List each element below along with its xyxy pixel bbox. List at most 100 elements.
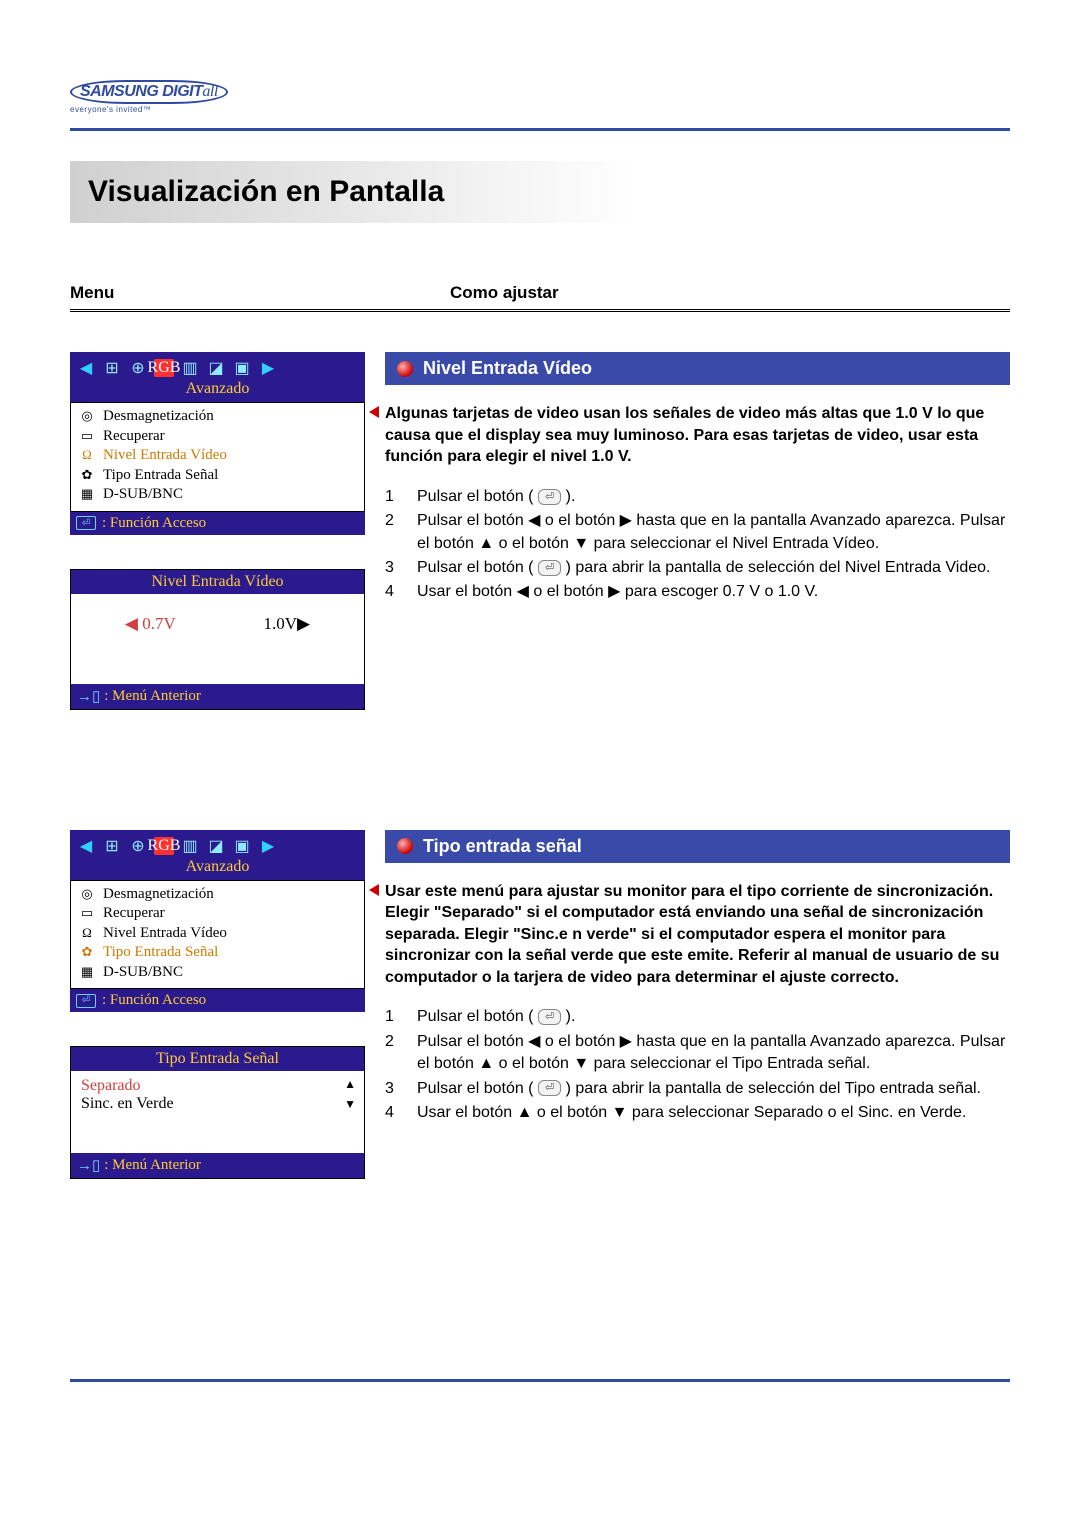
enter-icon: ⏎	[76, 516, 96, 530]
menu-item-icon: Ω	[79, 925, 95, 942]
header-menu: Menu	[70, 283, 450, 303]
osd-menu-list: ◎ Desmagnetización ▭ Recuperar Ω Nivel Entr…	[70, 402, 365, 512]
osd-screenshot-1: ◀ ⊞ ⊕ RGB ▥ ◪ ▣ ▶ Avanzado ◎ Desmagnetiza…	[70, 352, 365, 710]
osd-sub-body: Separado Sinc. en Verde ▲ ▼	[71, 1071, 364, 1153]
tab-icon: ▥	[180, 359, 200, 377]
tab-icon: ◪	[206, 837, 226, 855]
osd-tab-title: Avanzado	[70, 380, 365, 402]
menu-item-label-selected: Tipo Entrada Señal	[103, 943, 218, 963]
step-text: Pulsar el botón ◀ o el botón ▶ hasta que…	[417, 510, 1010, 555]
enter-button-icon: ⏎	[538, 489, 561, 505]
bullet-icon	[397, 838, 413, 854]
step-number: 3	[385, 557, 403, 579]
step-number: 1	[385, 1006, 403, 1028]
menu-item-label: D-SUB/BNC	[103, 485, 183, 505]
step-text: Usar el botón ◀ o el botón ▶ para escoge…	[417, 581, 1010, 603]
steps-list: 1 Pulsar el botón ( ⏎ ). 2 Pulsar el botón…	[385, 1006, 1010, 1124]
arrow-right-icon: ▶	[258, 837, 278, 855]
step-text: Pulsar el botón ( ⏎ ).	[417, 1006, 1010, 1028]
content-2: Tipo entrada señal Usar este menú para a…	[385, 830, 1010, 1127]
tab-icon: ▥	[180, 837, 200, 855]
osd-footer-hint: →▯ : Menú Anterior	[71, 684, 364, 709]
bullet-icon	[397, 361, 413, 377]
step-text: Pulsar el botón ◀ o el botón ▶ hasta que…	[417, 1031, 1010, 1076]
brand-name: SAMSUNG DIGIT	[80, 83, 202, 100]
osd-screenshot-2: ◀ ⊞ ⊕ RGB ▥ ◪ ▣ ▶ Avanzado ◎Desmagnetiza…	[70, 830, 365, 1180]
topic-text: Tipo entrada señal	[423, 836, 582, 857]
osd-func-label: : Función Acceso	[102, 515, 206, 532]
sync-option-selected: Separado	[81, 1077, 354, 1095]
menu-item-icon: ✿	[79, 944, 95, 961]
column-headers: Menu Como ajustar	[70, 283, 1010, 312]
enter-button-icon: ⏎	[538, 1080, 561, 1096]
sync-option: Sinc. en Verde	[81, 1095, 354, 1113]
menu-item-icon: ▭	[79, 428, 95, 445]
logo-area: SAMSUNG DIGITall everyone's invited™	[70, 50, 1010, 124]
topic-heading: Nivel Entrada Vídeo	[385, 352, 1010, 385]
exit-icon: →▯	[77, 1156, 100, 1175]
arrow-left-icon: ◀	[76, 359, 96, 377]
osd-subpanel-1: Nivel Entrada Vídeo ◀ 0.7V 1.0V▶ →▯ : Me…	[70, 569, 365, 710]
step-number: 4	[385, 1102, 403, 1124]
osd-function-hint: ⏎ : Función Acceso	[70, 512, 365, 535]
brand-suffix: all	[202, 83, 217, 100]
menu-item-icon: ◎	[79, 886, 95, 903]
tab-icon: ◪	[206, 359, 226, 377]
step-text: Usar el botón ▲ o el botón ▼ para selecc…	[417, 1102, 1010, 1124]
osd-foot-label: : Menú Anterior	[104, 688, 201, 705]
step-text: Pulsar el botón ( ⏎ ) para abrir la pant…	[417, 557, 1010, 579]
tab-icon-active: RGB	[154, 837, 174, 855]
menu-item-label: Tipo Entrada Señal	[103, 466, 218, 486]
step-text: Pulsar el botón ( ⏎ ) para abrir la pant…	[417, 1078, 1010, 1100]
tab-icon: ⊕	[128, 837, 148, 855]
topic-text: Nivel Entrada Vídeo	[423, 358, 592, 379]
menu-item-icon: Ω	[79, 447, 95, 464]
lead-paragraph: Usar este menú para ajustar su monitor p…	[385, 881, 1010, 989]
menu-item-label-selected: Nivel Entrada Vídeo	[103, 446, 227, 466]
menu-item-icon: ▭	[79, 905, 95, 922]
section-tipo-entrada-senal: ◀ ⊞ ⊕ RGB ▥ ◪ ▣ ▶ Avanzado ◎Desmagnetiza…	[70, 830, 1010, 1180]
menu-item-icon: ▦	[79, 964, 95, 981]
menu-item-label: Recuperar	[103, 427, 165, 447]
menu-item-icon: ▦	[79, 486, 95, 503]
document-page: SAMSUNG DIGITall everyone's invited™ Vis…	[0, 0, 1080, 1422]
level-option-selected: ◀ 0.7V	[125, 614, 176, 634]
arrow-right-icon: ▶	[258, 359, 278, 377]
arrow-up-icon: ▲	[344, 1077, 356, 1092]
step-number: 2	[385, 1031, 403, 1076]
topic-heading: Tipo entrada señal	[385, 830, 1010, 863]
step-number: 3	[385, 1078, 403, 1100]
step-number: 4	[385, 581, 403, 603]
osd-sub-body: ◀ 0.7V 1.0V▶	[71, 594, 364, 684]
osd-menu-list: ◎Desmagnetización ▭Recuperar ΩNivel Entr…	[70, 880, 365, 990]
enter-icon: ⏎	[76, 994, 96, 1008]
level-option: 1.0V▶	[264, 614, 311, 634]
pointer-icon	[369, 884, 379, 896]
osd-footer-hint: →▯ : Menú Anterior	[71, 1153, 364, 1178]
page-title-bar: Visualización en Pantalla	[70, 161, 1010, 223]
step-number: 2	[385, 510, 403, 555]
bottom-divider	[70, 1379, 1010, 1382]
tab-icon: ⊕	[128, 359, 148, 377]
menu-item-label: Nivel Entrada Vídeo	[103, 924, 227, 944]
osd-tab-strip: ◀ ⊞ ⊕ RGB ▥ ◪ ▣ ▶	[70, 830, 365, 858]
menu-item-icon: ✿	[79, 467, 95, 484]
brand-logo: SAMSUNG DIGITall everyone's invited™	[70, 80, 240, 114]
menu-item-label: Recuperar	[103, 904, 165, 924]
osd-subpanel-2: Tipo Entrada Señal Separado Sinc. en Ver…	[70, 1046, 365, 1179]
menu-item-label: Desmagnetización	[103, 407, 214, 427]
menu-item-icon: ◎	[79, 408, 95, 425]
tab-icon: ▣	[232, 837, 252, 855]
step-text: Pulsar el botón ( ⏎ ).	[417, 486, 1010, 508]
enter-button-icon: ⏎	[538, 1009, 561, 1025]
content-1: Nivel Entrada Vídeo Algunas tarjetas de …	[385, 352, 1010, 606]
tab-icon: ⊞	[102, 359, 122, 377]
osd-tab-title: Avanzado	[70, 858, 365, 880]
top-divider	[70, 128, 1010, 131]
tab-icon: ⊞	[102, 837, 122, 855]
osd-function-hint: ⏎ : Función Acceso	[70, 989, 365, 1012]
osd-tab-strip: ◀ ⊞ ⊕ RGB ▥ ◪ ▣ ▶	[70, 352, 365, 380]
arrow-down-icon: ▼	[344, 1097, 356, 1112]
brand-tagline: everyone's invited™	[70, 105, 240, 114]
menu-item-label: D-SUB/BNC	[103, 963, 183, 983]
